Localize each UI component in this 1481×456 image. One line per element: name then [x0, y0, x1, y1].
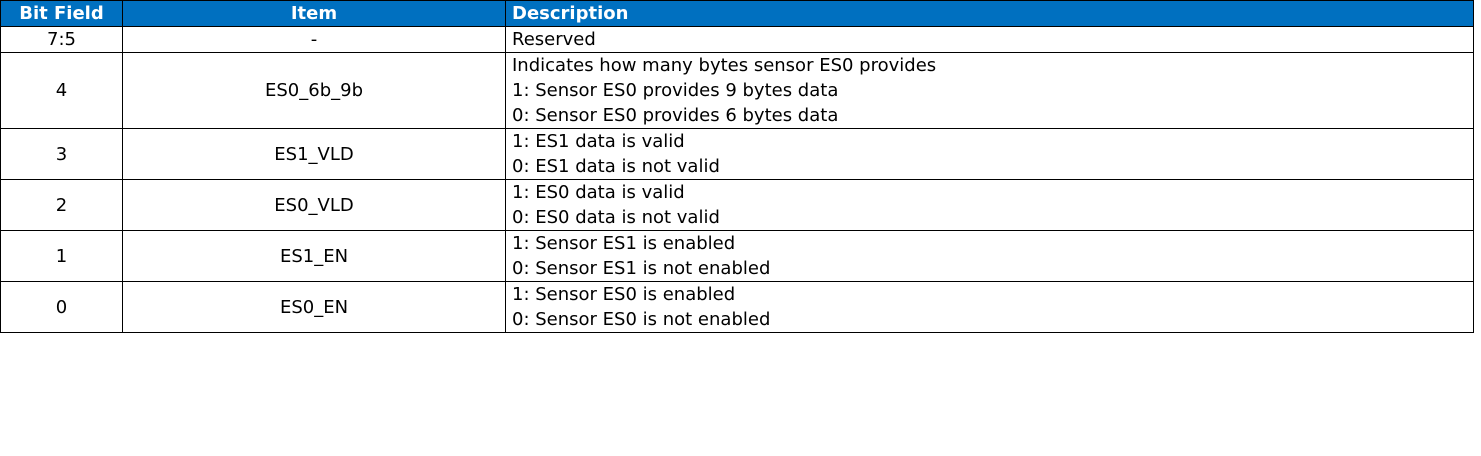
bit-field-cell: 2 — [0, 179, 123, 231]
description-line: 0: Sensor ES1 is not enabled — [512, 258, 771, 279]
bit-field-cell: 1 — [0, 230, 123, 282]
column-header-description: Description — [505, 0, 1474, 27]
description-line: Indicates how many bytes sensor ES0 prov… — [512, 55, 937, 76]
description-cell: 1: ES0 data is valid 0: ES0 data is not … — [505, 179, 1474, 231]
table-header-row: Bit Field Item Description — [0, 0, 1474, 27]
column-header-bit-field: Bit Field — [0, 0, 123, 27]
bit-field-cell: 0 — [0, 281, 123, 333]
table-row: 3 ES1_VLD 1: ES1 data is valid 0: ES1 da… — [0, 128, 1474, 180]
table-row: 4 ES0_6b_9b Indicates how many bytes sen… — [0, 52, 1474, 129]
description-line: 1: Sensor ES1 is enabled — [512, 233, 736, 254]
description-line: Reserved — [512, 29, 596, 50]
description-line: 1: ES0 data is valid — [512, 182, 685, 203]
table-row: 0 ES0_EN 1: Sensor ES0 is enabled 0: Sen… — [0, 281, 1474, 333]
table-row: 2 ES0_VLD 1: ES0 data is valid 0: ES0 da… — [0, 179, 1474, 231]
description-cell: Indicates how many bytes sensor ES0 prov… — [505, 52, 1474, 129]
bit-field-cell: 3 — [0, 128, 123, 180]
description-line: 0: Sensor ES0 provides 6 bytes data — [512, 105, 839, 126]
item-cell: ES0_6b_9b — [122, 52, 506, 129]
bit-field-cell: 4 — [0, 52, 123, 129]
description-cell: 1: Sensor ES1 is enabled 0: Sensor ES1 i… — [505, 230, 1474, 282]
column-header-item: Item — [122, 0, 506, 27]
description-line: 0: Sensor ES0 is not enabled — [512, 309, 771, 330]
item-cell: ES1_VLD — [122, 128, 506, 180]
item-cell: - — [122, 26, 506, 53]
register-bit-table: Bit Field Item Description 7:5 - Reserve… — [0, 0, 1474, 333]
bit-field-cell: 7:5 — [0, 26, 123, 53]
description-cell: 1: Sensor ES0 is enabled 0: Sensor ES0 i… — [505, 281, 1474, 333]
item-cell: ES0_VLD — [122, 179, 506, 231]
description-line: 0: ES0 data is not valid — [512, 207, 720, 228]
description-cell: Reserved — [505, 26, 1474, 53]
description-line: 1: Sensor ES0 is enabled — [512, 284, 736, 305]
description-line: 0: ES1 data is not valid — [512, 156, 720, 177]
item-cell: ES0_EN — [122, 281, 506, 333]
description-cell: 1: ES1 data is valid 0: ES1 data is not … — [505, 128, 1474, 180]
table-row: 7:5 - Reserved — [0, 26, 1474, 53]
item-cell: ES1_EN — [122, 230, 506, 282]
table-row: 1 ES1_EN 1: Sensor ES1 is enabled 0: Sen… — [0, 230, 1474, 282]
description-line: 1: ES1 data is valid — [512, 131, 685, 152]
description-line: 1: Sensor ES0 provides 9 bytes data — [512, 80, 839, 101]
